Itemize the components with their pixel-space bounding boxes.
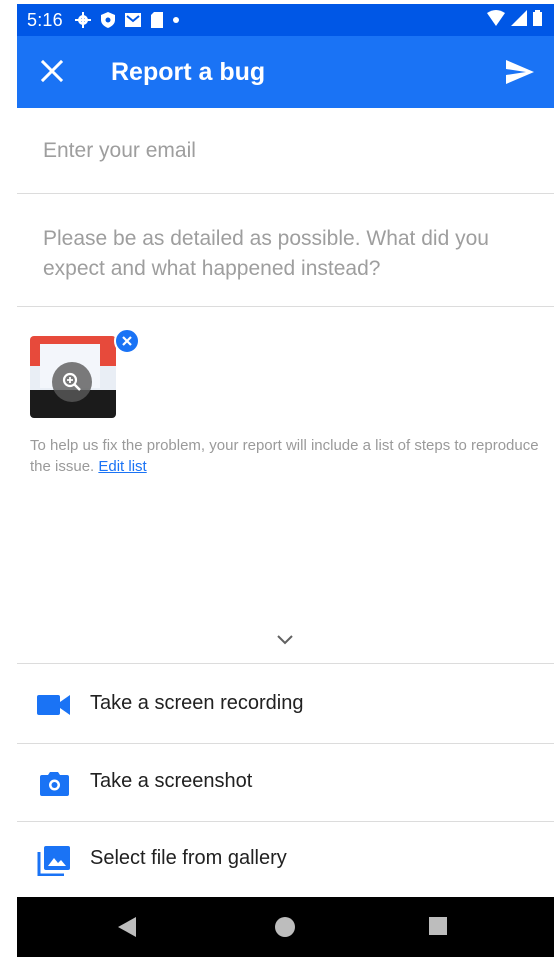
camera-icon bbox=[40, 772, 69, 796]
status-icons bbox=[74, 12, 179, 28]
page-title: Report a bug bbox=[111, 58, 266, 86]
email-placeholder: Enter your email bbox=[43, 138, 196, 162]
remove-attachment-icon[interactable] bbox=[114, 328, 140, 354]
gallery-action[interactable]: Select file from gallery bbox=[17, 820, 554, 898]
signal-icon bbox=[511, 10, 527, 26]
close-icon[interactable] bbox=[39, 58, 65, 84]
settings-icon bbox=[74, 12, 91, 28]
status-right-icons bbox=[487, 10, 542, 26]
battery-icon bbox=[533, 10, 542, 26]
zoom-in-icon[interactable] bbox=[52, 362, 92, 402]
app-bar: Report a bug bbox=[17, 36, 554, 108]
divider bbox=[17, 663, 554, 664]
screenshot-action[interactable]: Take a screenshot bbox=[17, 743, 554, 821]
gallery-label: Select file from gallery bbox=[90, 847, 287, 869]
dot-icon bbox=[172, 17, 179, 23]
back-icon[interactable] bbox=[117, 916, 137, 938]
wifi-icon bbox=[487, 10, 505, 26]
steps-note: To help us fix the problem, your report … bbox=[30, 435, 540, 477]
description-placeholder: Please be as detailed as possible. What … bbox=[43, 227, 489, 280]
status-bar: 5:16 bbox=[17, 4, 554, 36]
screenshot-preview[interactable] bbox=[30, 336, 116, 418]
description-field[interactable]: Please be as detailed as possible. What … bbox=[17, 194, 554, 307]
edit-list-link[interactable]: Edit list bbox=[98, 458, 146, 475]
chevron-down-icon[interactable] bbox=[275, 632, 295, 646]
status-time: 5:16 bbox=[27, 9, 63, 30]
home-icon[interactable] bbox=[275, 917, 295, 937]
navigation-bar bbox=[17, 897, 554, 957]
email-field[interactable]: Enter your email bbox=[17, 108, 554, 194]
screen-recording-action[interactable]: Take a screen recording bbox=[17, 665, 554, 743]
app-screen: 5:16 Report a bug Enter your email Pleas… bbox=[17, 0, 554, 957]
sd-card-icon bbox=[150, 12, 163, 28]
screen-recording-label: Take a screen recording bbox=[90, 692, 304, 714]
attachment-thumbnail[interactable] bbox=[30, 328, 140, 422]
shield-icon bbox=[100, 12, 115, 28]
gallery-icon bbox=[37, 846, 70, 876]
mail-icon bbox=[124, 13, 141, 27]
videocam-icon bbox=[37, 695, 70, 715]
recents-icon[interactable] bbox=[429, 917, 447, 935]
send-icon[interactable] bbox=[504, 56, 536, 88]
screenshot-label: Take a screenshot bbox=[90, 770, 253, 792]
